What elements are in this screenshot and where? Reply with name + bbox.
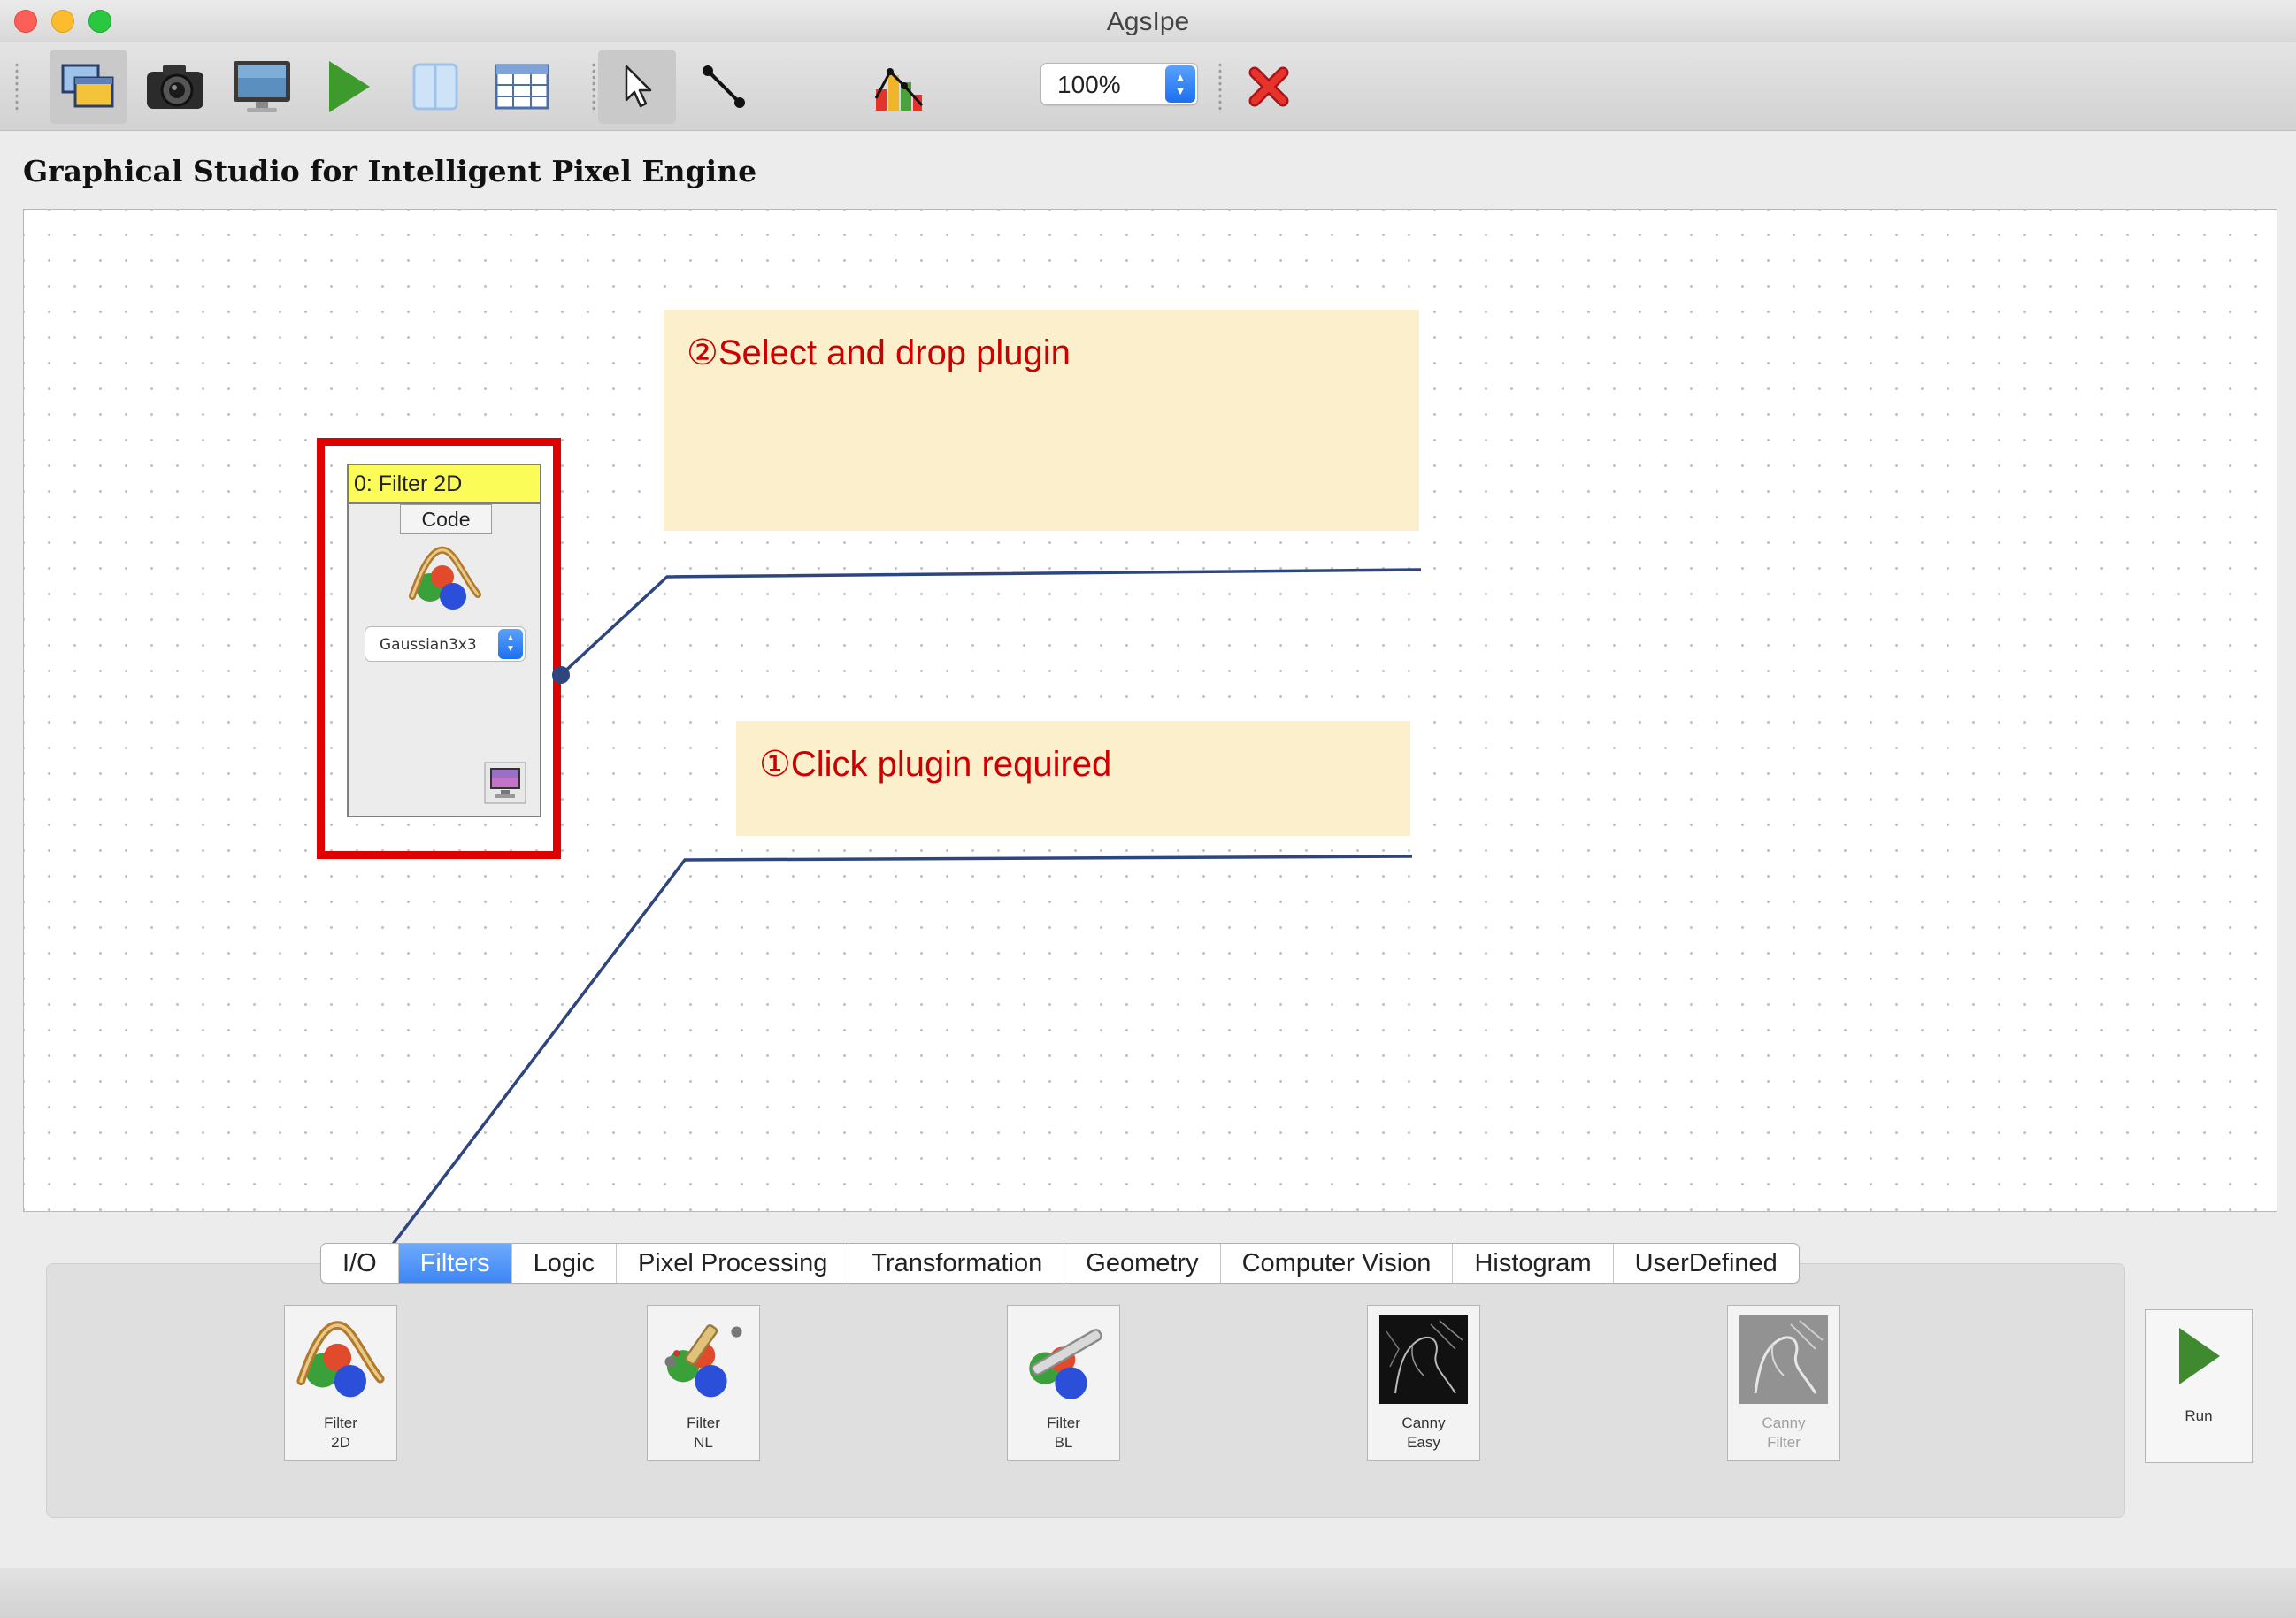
split-view-icon (412, 63, 458, 111)
canny-filter-icon (1739, 1315, 1828, 1404)
tab-transformation[interactable]: Transformation (849, 1244, 1065, 1283)
table-button[interactable] (483, 50, 561, 124)
play-icon (329, 61, 370, 112)
plugin-canny-easy[interactable]: Canny Easy (1367, 1305, 1480, 1461)
monitor-icon (234, 61, 290, 112)
plugin-label: Filter BL (1047, 1415, 1080, 1451)
tab-filters[interactable]: Filters (398, 1244, 512, 1283)
pointer-icon (625, 65, 652, 108)
window-title: AgsIpe (1106, 7, 1190, 36)
filter-2d-icon (296, 1321, 385, 1398)
filter-bl-icon (1029, 1329, 1102, 1399)
plugin-label: Canny Filter (1762, 1415, 1806, 1451)
plugin-label: Canny Easy (1401, 1415, 1446, 1451)
monitor-button[interactable] (223, 50, 301, 124)
title-bar: AgsIpe (0, 0, 2296, 42)
toolbar-grip[interactable] (14, 62, 19, 113)
play-button[interactable] (310, 50, 388, 124)
delete-button[interactable] (1230, 50, 1308, 124)
canny-easy-icon (1379, 1315, 1468, 1404)
callout-click-plugin: ①Click plugin required (736, 721, 1410, 836)
app-heading: Graphical Studio for Intelligent Pixel E… (23, 154, 757, 188)
tab-logic[interactable]: Logic (512, 1244, 617, 1283)
camera-icon (147, 65, 203, 109)
zoom-stepper[interactable]: ▲ ▼ (1165, 65, 1195, 103)
camera-button[interactable] (136, 50, 214, 124)
plugin-label: Filter 2D (324, 1415, 357, 1451)
toolbar-grip[interactable] (591, 62, 596, 113)
connector-button[interactable] (685, 50, 763, 124)
palette-tabs: I/O Filters Logic Pixel Processing Trans… (320, 1243, 1800, 1284)
play-icon (2179, 1328, 2220, 1384)
pointer-button[interactable] (598, 50, 676, 124)
filter-nl-icon (664, 1324, 742, 1398)
windows-icon (61, 64, 114, 108)
run-label: Run (2185, 1407, 2213, 1424)
chevron-down-icon: ▼ (1174, 84, 1186, 97)
tab-userdefined[interactable]: UserDefined (1614, 1244, 1799, 1283)
toolbar: 100% ▲ ▼ (0, 42, 2296, 131)
toolbar-grip[interactable] (1217, 62, 1223, 113)
tab-computer-vision[interactable]: Computer Vision (1221, 1244, 1454, 1283)
plugin-filter-nl[interactable]: Filter NL (647, 1305, 760, 1461)
plugin-canny-filter[interactable]: Canny Filter (1727, 1305, 1840, 1461)
status-bar (0, 1568, 2296, 1618)
plugin-filter-bl[interactable]: Filter BL (1007, 1305, 1120, 1461)
connector-icon (703, 65, 745, 108)
tab-histogram[interactable]: Histogram (1453, 1244, 1614, 1283)
callout-select-drop: ②Select and drop plugin (664, 310, 1419, 531)
tab-pixel-processing[interactable]: Pixel Processing (617, 1244, 850, 1283)
histogram-button[interactable] (860, 50, 938, 124)
run-button[interactable]: Run (2145, 1309, 2253, 1463)
node-highlight-box (317, 438, 561, 859)
windows-button[interactable] (50, 50, 127, 124)
tab-geometry[interactable]: Geometry (1064, 1244, 1221, 1283)
plugin-label: Filter NL (687, 1415, 720, 1451)
chevron-up-icon: ▲ (1174, 71, 1186, 84)
tab-io[interactable]: I/O (321, 1244, 399, 1283)
zoom-value: 100% (1057, 71, 1121, 98)
plugin-filter-2d[interactable]: Filter 2D (284, 1305, 397, 1461)
split-view-button[interactable] (396, 50, 474, 124)
table-icon (495, 64, 549, 110)
delete-icon (1248, 66, 1289, 107)
bar-chart-icon (874, 68, 924, 111)
zoom-select[interactable]: 100% ▲ ▼ (1040, 63, 1198, 105)
